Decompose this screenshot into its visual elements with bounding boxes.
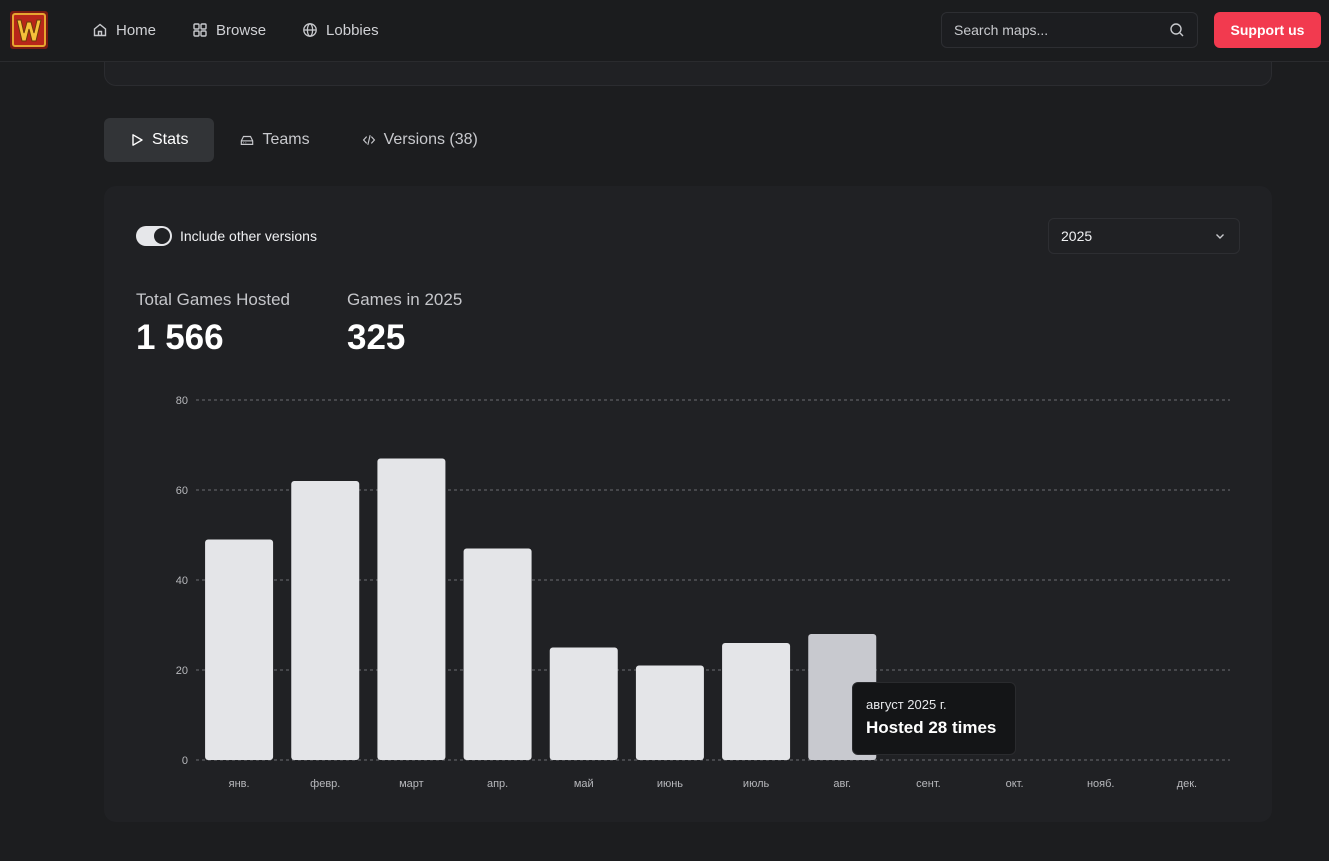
y-tick-label: 20	[176, 665, 188, 677]
hard-drive-icon	[241, 135, 254, 145]
x-tick-label: янв.	[229, 778, 250, 790]
x-tick-label: авг.	[833, 778, 851, 790]
bar-5[interactable]	[635, 665, 704, 761]
grid-icon	[193, 23, 207, 37]
globe-icon	[303, 23, 317, 37]
y-tick-label: 40	[176, 575, 188, 587]
x-tick-label: февр.	[310, 778, 340, 790]
chart-tooltip: август 2025 г. Hosted 28 times	[852, 682, 1016, 755]
x-tick-label: сент.	[916, 778, 941, 790]
x-tick-label: окт.	[1006, 778, 1024, 790]
tab-stats[interactable]: Stats	[104, 118, 215, 162]
tab-teams-label: Teams	[262, 131, 310, 148]
nav-browse-label: Browse	[216, 21, 267, 39]
search-icon[interactable]	[1169, 22, 1185, 38]
tab-versions-label: Versions (38)	[383, 131, 478, 148]
tab-teams[interactable]: Teams	[214, 118, 335, 162]
x-tick-label: апр.	[487, 778, 508, 790]
nav-lobbies-label: Lobbies	[326, 21, 379, 39]
warcraft-logo-icon[interactable]	[9, 10, 49, 50]
bar-1[interactable]	[291, 481, 360, 760]
play-icon	[132, 134, 143, 146]
nav-lobbies[interactable]: Lobbies	[302, 22, 379, 39]
nav-browse[interactable]: Browse	[192, 22, 266, 39]
x-tick-label: июль	[743, 778, 770, 790]
code-icon	[362, 135, 375, 145]
top-navbar: Home Browse Lobbies Support us	[0, 0, 1329, 62]
y-tick-label: 0	[182, 755, 188, 767]
x-tick-label: май	[574, 778, 594, 790]
bar-2[interactable]	[377, 458, 446, 761]
search-box	[941, 12, 1198, 48]
tab-versions[interactable]: Versions (38)	[336, 118, 504, 162]
bar-3[interactable]	[463, 548, 532, 761]
tooltip-date: август 2025 г.	[866, 697, 947, 712]
tooltip-value: Hosted 28 times	[866, 718, 997, 737]
nav-home-label: Home	[116, 21, 157, 39]
home-icon	[93, 23, 107, 37]
y-tick-label: 80	[176, 395, 188, 407]
search-input[interactable]	[954, 22, 1169, 38]
x-tick-label: март	[399, 778, 424, 790]
support-us-button[interactable]: Support us	[1214, 12, 1321, 48]
nav-home[interactable]: Home	[92, 22, 156, 39]
tab-bar: Stats Teams Versions (38)	[104, 118, 504, 162]
main-nav: Home Browse Lobbies	[92, 0, 379, 60]
x-tick-label: июнь	[657, 778, 683, 790]
bar-0[interactable]	[205, 539, 274, 761]
bar-4[interactable]	[549, 647, 618, 761]
y-tick-label: 60	[176, 485, 188, 497]
stats-card: Include other versions 2025 Total Games …	[104, 186, 1272, 822]
x-tick-label: дек.	[1177, 778, 1197, 790]
games-per-month-chart: 0 20 40 60 80 янв. февр. март апр. май июнь июль авг…	[176, 395, 1230, 790]
bar-6[interactable]	[722, 643, 791, 760]
x-tick-label: нояб.	[1087, 778, 1115, 790]
tab-stats-label: Stats	[152, 131, 189, 148]
